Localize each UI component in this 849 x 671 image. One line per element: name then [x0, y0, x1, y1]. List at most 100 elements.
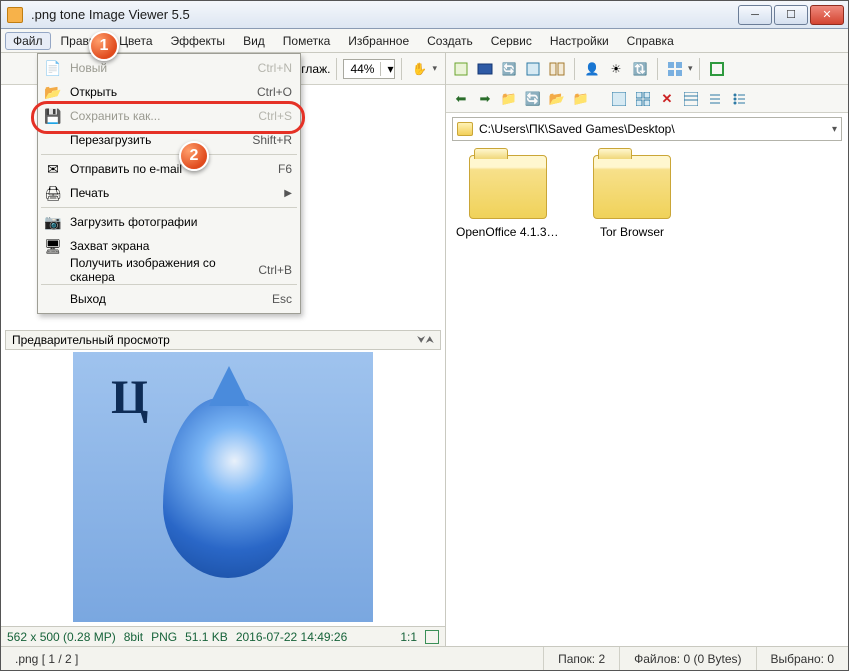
- file-item-openoffice[interactable]: OpenOffice 4.1.3 (ru)...: [456, 155, 560, 239]
- window-controls: ─ ☐ ✕: [738, 5, 848, 25]
- info-depth: 8bit: [124, 630, 143, 644]
- dd-divider-1: [41, 154, 297, 155]
- file-name: OpenOffice 4.1.3 (ru)...: [456, 225, 560, 239]
- menu-effects[interactable]: Эффекты: [163, 32, 234, 50]
- person-icon[interactable]: 👤: [581, 58, 603, 80]
- dd-divider-3: [41, 284, 297, 285]
- hand-tool-icon[interactable]: ✋: [408, 58, 430, 80]
- menu-tools[interactable]: Сервис: [483, 32, 540, 50]
- info-size: 51.1 KB: [185, 630, 228, 644]
- app-icon: [7, 7, 23, 23]
- sun-icon[interactable]: ☀: [605, 58, 627, 80]
- menu-settings[interactable]: Настройки: [542, 32, 617, 50]
- scanner-icon: [44, 261, 62, 279]
- info-scale: 1:1: [400, 630, 417, 644]
- preview-image: Ц: [73, 352, 373, 622]
- file-item-torbrowser[interactable]: Tor Browser: [580, 155, 684, 239]
- path-dropdown-icon[interactable]: ▾: [832, 124, 837, 135]
- menu-help[interactable]: Справка: [619, 32, 682, 50]
- dd-capture[interactable]: 🖥 Захват экрана: [40, 234, 298, 258]
- close-button[interactable]: ✕: [810, 5, 844, 25]
- details-view-icon[interactable]: [682, 90, 700, 108]
- menu-mark[interactable]: Пометка: [275, 32, 339, 50]
- minimize-button[interactable]: ─: [738, 5, 772, 25]
- compare-icon[interactable]: [546, 58, 568, 80]
- open-folder2-icon[interactable]: 📂: [548, 90, 566, 108]
- status-folders: Папок: 2: [544, 647, 620, 670]
- path-bar[interactable]: C:\Users\ПК\Saved Games\Desktop\ ▾: [452, 117, 842, 141]
- small-list-icon[interactable]: [730, 90, 748, 108]
- dd-divider-2: [41, 207, 297, 208]
- dd-upload[interactable]: 📷 Загрузить фотографии: [40, 210, 298, 234]
- email-icon: ✉: [44, 160, 62, 178]
- folder-thumb-icon: [593, 155, 671, 219]
- dd-new[interactable]: 📄 Новый Ctrl+N: [40, 56, 298, 80]
- reload-icon: [44, 131, 62, 149]
- window-title: .png tone Image Viewer 5.5: [29, 7, 738, 22]
- zoom-combo[interactable]: 44% ▾: [343, 59, 395, 79]
- maximize-button[interactable]: ☐: [774, 5, 808, 25]
- save-icon: 💾: [44, 107, 62, 125]
- right-toolbar-1: 🔄 👤 ☀ 🔃 ▾: [446, 53, 848, 85]
- dd-email[interactable]: ✉ Отправить по e-mail F6: [40, 157, 298, 181]
- menu-file[interactable]: Файл: [5, 32, 51, 50]
- submenu-arrow-icon: ▶: [284, 188, 292, 199]
- fullscreen-icon[interactable]: [706, 58, 728, 80]
- file-dropdown: 📄 Новый Ctrl+N 📂 Открыть Ctrl+O 💾 Сохран…: [37, 53, 301, 314]
- dd-print[interactable]: 🖨 Печать ▶: [40, 181, 298, 205]
- preview-info-bar: 562 x 500 (0.28 MP) 8bit PNG 51.1 KB 201…: [1, 626, 445, 646]
- layout-icon[interactable]: [664, 58, 686, 80]
- toolbar-sep-1: [336, 58, 337, 80]
- dd-scan[interactable]: Получить изображения со сканера Ctrl+B: [40, 258, 298, 282]
- menu-favorites[interactable]: Избранное: [340, 32, 417, 50]
- folder-thumb-icon: [469, 155, 547, 219]
- view-grid-icon[interactable]: [634, 90, 652, 108]
- blank-icon: [44, 290, 62, 308]
- list-view-icon[interactable]: [706, 90, 724, 108]
- reload-folder-icon[interactable]: 🔄: [524, 90, 542, 108]
- dd-open[interactable]: 📂 Открыть Ctrl+O: [40, 80, 298, 104]
- status-left: .png [ 1 / 2 ]: [1, 647, 544, 670]
- fit-icon[interactable]: [425, 630, 439, 644]
- special-folder-icon[interactable]: 📁: [572, 90, 590, 108]
- chevron-down-icon: ▾: [380, 62, 394, 76]
- collapse-arrows-icon: ⮟⮝: [417, 335, 434, 346]
- forward-icon[interactable]: ➡: [476, 90, 494, 108]
- film-icon[interactable]: [474, 58, 496, 80]
- delete-icon[interactable]: ✕: [658, 90, 676, 108]
- zoom-value: 44%: [344, 62, 380, 76]
- annotation-2: 2: [179, 141, 209, 171]
- view-xl-icon[interactable]: [610, 90, 628, 108]
- path-text: C:\Users\ПК\Saved Games\Desktop\: [479, 122, 675, 136]
- preview-header-label: Предварительный просмотр: [12, 333, 170, 347]
- toolbar-sep-2: [401, 58, 402, 80]
- folder-icon: [457, 122, 473, 136]
- preview-header[interactable]: Предварительный просмотр ⮟⮝: [5, 330, 441, 350]
- rotate-icon[interactable]: 🔄: [498, 58, 520, 80]
- up-icon[interactable]: 📁: [500, 90, 518, 108]
- status-files: Файлов: 0 (0 Bytes): [620, 647, 756, 670]
- batch-icon[interactable]: [450, 58, 472, 80]
- layout-dd-icon[interactable]: ▾: [688, 63, 693, 74]
- status-selected: Выбрано: 0: [757, 647, 849, 670]
- preview-overlay-text: Ц: [111, 370, 148, 425]
- camera-icon: 📷: [44, 213, 62, 231]
- menu-create[interactable]: Создать: [419, 32, 481, 50]
- refresh-icon[interactable]: 🔃: [629, 58, 651, 80]
- browser-toolbar: ⬅ ➡ 📁 🔄 📂 📁 ✕: [446, 85, 848, 113]
- dd-reload[interactable]: Перезагрузить Shift+R: [40, 128, 298, 152]
- annotation-1: 1: [89, 31, 119, 61]
- dd-exit[interactable]: Выход Esc: [40, 287, 298, 311]
- back-icon[interactable]: ⬅: [452, 90, 470, 108]
- hand-dd-icon[interactable]: ▾: [432, 63, 437, 74]
- info-format: PNG: [151, 630, 177, 644]
- menubar: Файл Правка Цвета Эффекты Вид Пометка Из…: [1, 29, 848, 53]
- menu-view[interactable]: Вид: [235, 32, 273, 50]
- file-area[interactable]: OpenOffice 4.1.3 (ru)... Tor Browser: [446, 145, 848, 646]
- rtb-sep-3: [699, 58, 700, 80]
- dd-save-as[interactable]: 💾 Сохранить как... Ctrl+S: [40, 104, 298, 128]
- preview-area: Ц: [5, 352, 441, 622]
- slideshow-icon[interactable]: [522, 58, 544, 80]
- statusbar: .png [ 1 / 2 ] Папок: 2 Файлов: 0 (0 Byt…: [1, 646, 848, 670]
- rtb-sep-1: [574, 58, 575, 80]
